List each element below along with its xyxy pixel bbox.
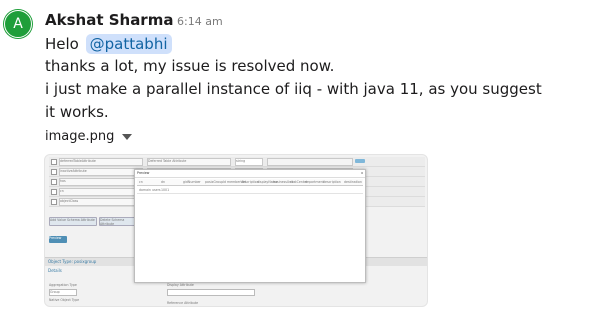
native-object-type-label: Native Object Type	[49, 298, 80, 302]
image-attachment-preview[interactable]: deferredTableAttribute Deferred Table At…	[44, 154, 428, 307]
attribute-display: Deferred Table Attribute	[147, 158, 231, 166]
attribute-name: inactiveAttribute	[59, 168, 143, 176]
attribute-name: deferredTableAttribute	[59, 158, 143, 166]
column-header: dn	[161, 180, 166, 184]
row-checkbox	[51, 159, 57, 165]
add-schema-attribute-button: Add Value Schema Attribute	[49, 217, 97, 226]
greeting-text: Helo	[45, 35, 79, 53]
preview-cell: domain users	[139, 188, 161, 192]
author-name[interactable]: Akshat Sharma	[45, 11, 173, 29]
column-header: cn	[139, 180, 143, 184]
preview-cell: 1001	[161, 188, 170, 192]
column-header: department	[305, 180, 324, 184]
preview-column-headers: cn dn gidNumber posixGroupId memberUid d…	[137, 179, 363, 186]
preview-modal: Preview x cn dn gidNumber posixGroupId m…	[134, 169, 366, 283]
close-icon: x	[361, 171, 363, 175]
attribute-extra	[267, 158, 353, 166]
reference-attribute-label: Reference Attribute	[167, 301, 199, 305]
attachment-filename[interactable]: image.png	[45, 129, 114, 144]
avatar[interactable]: A	[4, 10, 32, 38]
section-title: Object Type: posixgroup	[48, 259, 97, 264]
column-header: description	[323, 180, 341, 184]
delete-schema-attribute-button: Delete Schema Attribute	[99, 217, 139, 226]
attribute-name: has	[59, 178, 143, 186]
details-label: Details	[48, 268, 62, 273]
preview-title: Preview	[137, 171, 150, 175]
user-mention[interactable]: @pattabhi	[85, 34, 172, 54]
preview-row: domain users 1001	[137, 187, 363, 194]
schema-row: deferredTableAttribute Deferred Table At…	[49, 157, 425, 167]
preview-modal-header: Preview x	[135, 170, 365, 178]
message-line-1: Helo @pattabhi	[45, 34, 172, 54]
edit-icon	[355, 159, 365, 163]
display-attribute-field	[167, 289, 255, 296]
message-line-2: thanks a lot, my issue is resolved now.	[45, 57, 335, 75]
row-checkbox	[51, 179, 57, 185]
row-checkbox	[51, 169, 57, 175]
row-checkbox	[51, 189, 57, 195]
display-attribute-label: Display Attribute	[167, 283, 194, 287]
aggregation-type-label: Aggregation Type	[49, 283, 77, 287]
message-timestamp[interactable]: 6:14 am	[177, 15, 223, 28]
column-header: posixGroupId	[205, 180, 227, 184]
attribute-name: cn	[59, 188, 143, 196]
aggregation-type-select: Group	[49, 289, 77, 296]
preview-button: Preview	[49, 236, 67, 243]
column-header: destination	[344, 180, 362, 184]
caret-down-icon[interactable]	[122, 134, 132, 140]
attribute-name: objectClass	[59, 198, 143, 206]
message-line-4: it works.	[45, 103, 109, 121]
message-line-3: i just make a parallel instance of iiq -…	[45, 80, 542, 98]
attribute-type: string	[235, 158, 263, 166]
row-checkbox	[51, 199, 57, 205]
column-header: gidNumber	[183, 180, 201, 184]
